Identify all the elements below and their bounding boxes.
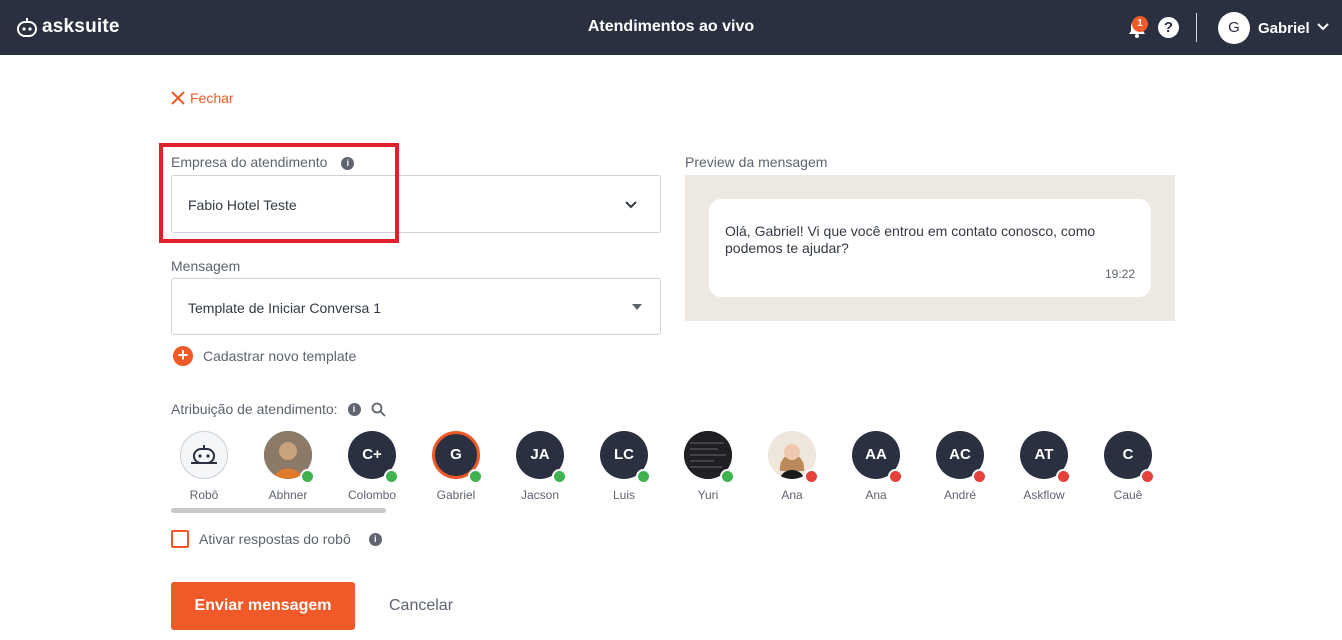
message-select-value: Template de Iniciar Conversa 1 <box>188 300 381 316</box>
agent-robo[interactable]: Robô <box>169 430 239 504</box>
user-name[interactable]: Gabriel <box>1258 20 1310 37</box>
offline-status <box>888 469 903 484</box>
message-preview: Olá, Gabriel! Vi que você entrou em cont… <box>685 175 1175 321</box>
offline-status <box>1140 469 1155 484</box>
plus-icon: + <box>173 346 193 366</box>
agent-name: Jacson <box>520 488 560 502</box>
agent-ana[interactable]: AA Ana <box>841 430 911 504</box>
add-template-button[interactable]: + Cadastrar novo template <box>173 346 356 366</box>
bubble-time: 19:22 <box>1104 267 1135 281</box>
agent-name: Robô <box>189 488 219 502</box>
bot-responses-checkbox[interactable] <box>171 530 189 548</box>
agent-name: Colombo <box>347 488 397 502</box>
offline-status <box>1056 469 1071 484</box>
agent-name: Luis <box>612 488 635 502</box>
agent-andre[interactable]: AC André <box>925 430 995 504</box>
offline-status <box>972 469 987 484</box>
agent-ana-photo[interactable]: Ana <box>757 430 827 504</box>
header-divider <box>1196 13 1197 42</box>
message-select[interactable]: Template de Iniciar Conversa 1 <box>171 278 661 335</box>
agent-list-scrollbar[interactable] <box>171 508 386 513</box>
assignment-label: Atribuição de atendimento: i <box>171 401 386 417</box>
bubble-text: Olá, Gabriel! Vi que você entrou em cont… <box>725 223 1096 256</box>
assignment-label-text: Atribuição de atendimento: <box>171 401 338 417</box>
agent-name: Cauê <box>1113 488 1143 502</box>
preview-label: Preview da mensagem <box>685 154 828 170</box>
top-bar: asksuite Atendimentos ao vivo 1 ? G Gabr… <box>0 0 1342 55</box>
info-icon[interactable]: i <box>368 532 382 546</box>
highlight-box <box>159 143 399 243</box>
online-status <box>636 469 651 484</box>
agent-name: Gabriel <box>436 488 476 502</box>
avatar[interactable]: G <box>1218 12 1250 44</box>
agent-colombo[interactable]: C+ Colombo <box>337 430 407 504</box>
online-status <box>384 469 399 484</box>
bot-responses-row: Ativar respostas do robô i <box>171 530 382 548</box>
agent-jacson[interactable]: JA Jacson <box>505 430 575 504</box>
agent-abhner[interactable]: Abhner <box>253 430 323 504</box>
online-status <box>468 469 483 484</box>
robot-icon <box>191 445 217 464</box>
agent-yuri[interactable]: Yuri <box>673 430 743 504</box>
online-status <box>720 469 735 484</box>
agent-name: Ana <box>865 488 887 502</box>
online-status <box>300 469 315 484</box>
bot-responses-label: Ativar respostas do robô <box>199 531 351 547</box>
agent-caue[interactable]: C Cauê <box>1093 430 1163 504</box>
message-bubble: Olá, Gabriel! Vi que você entrou em cont… <box>709 199 1151 297</box>
close-icon <box>171 91 185 105</box>
chevron-down-icon[interactable] <box>1316 20 1330 34</box>
notification-badge: 1 <box>1132 16 1148 32</box>
chevron-down-icon <box>625 201 637 209</box>
agent-list: Robô Abhner C+ Colombo G Gabriel JA Jacs… <box>171 430 1171 504</box>
add-template-label: Cadastrar novo template <box>203 348 357 364</box>
agent-name: André <box>943 488 977 502</box>
agent-name: Askflow <box>1023 488 1065 502</box>
cancel-button[interactable]: Cancelar <box>372 582 470 630</box>
agent-name: Ana <box>781 488 803 502</box>
info-icon[interactable]: i <box>347 402 361 416</box>
offline-status <box>804 469 819 484</box>
agent-name: Abhner <box>268 488 308 502</box>
send-message-button[interactable]: Enviar mensagem <box>171 582 355 630</box>
agent-askflow[interactable]: AT Askflow <box>1009 430 1079 504</box>
message-label: Mensagem <box>171 258 241 274</box>
agent-name: Yuri <box>697 488 719 502</box>
close-button[interactable]: Fechar <box>171 90 234 106</box>
caret-down-icon <box>632 304 642 310</box>
close-label: Fechar <box>190 90 234 106</box>
help-icon[interactable]: ? <box>1158 17 1179 38</box>
robot-avatar <box>180 431 228 479</box>
online-status <box>552 469 567 484</box>
search-icon[interactable] <box>371 402 386 417</box>
agent-gabriel[interactable]: G Gabriel <box>421 430 491 504</box>
agent-luis[interactable]: LC Luis <box>589 430 659 504</box>
